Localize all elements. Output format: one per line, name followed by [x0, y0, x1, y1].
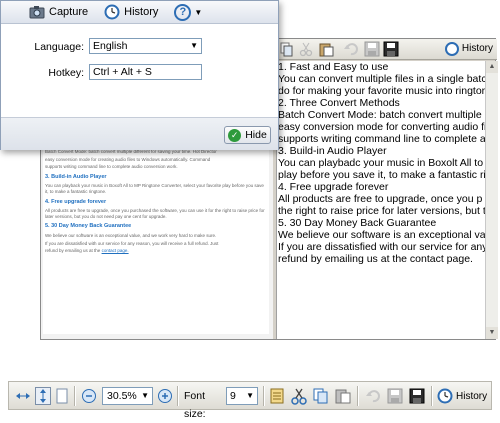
- undo-icon[interactable]: [343, 41, 359, 57]
- text-editor[interactable]: 1. Fast and Easy to use You can convert m…: [276, 61, 498, 339]
- hotkey-label: Hotkey:: [48, 67, 84, 79]
- editor-toolbar: History: [276, 39, 497, 60]
- check-icon: ✓: [228, 128, 242, 142]
- font-size-select[interactable]: 9 ▼: [226, 387, 258, 405]
- editor-text-line: refund by emailing us at the contact pag…: [278, 253, 473, 265]
- separator: [263, 386, 265, 406]
- help-icon: ?: [174, 3, 192, 21]
- chevron-down-icon[interactable]: ▼: [141, 388, 149, 404]
- scroll-up-icon[interactable]: ▲: [486, 61, 498, 73]
- history-label: History: [461, 43, 493, 54]
- preview-paragraph: If you are dissatisfied with our service…: [45, 240, 219, 246]
- help-button[interactable]: ? ▼: [170, 3, 206, 21]
- camera-icon: [29, 5, 45, 19]
- editor-text-line: do for making your favorite music into r…: [278, 85, 486, 97]
- separator: [431, 386, 433, 406]
- clock-icon: [104, 4, 120, 20]
- font-size-value: 9: [230, 390, 236, 402]
- language-select[interactable]: English ▼: [89, 38, 202, 54]
- zoom-value: 30.5%: [107, 390, 137, 402]
- preview-heading: 4. Free upgrade forever: [45, 198, 107, 205]
- history-button[interactable]: History: [100, 3, 162, 21]
- editor-text-line: 1. Fast and Easy to use: [278, 61, 389, 73]
- editor-text-line: supports writing command line to complet…: [278, 133, 486, 145]
- clock-icon: [444, 41, 459, 56]
- editor-text-line: Batch Convert Mode: batch convert multip…: [278, 109, 482, 121]
- history-button[interactable]: History: [437, 387, 489, 405]
- capture-label: Capture: [49, 6, 89, 18]
- history-label: History: [124, 6, 159, 18]
- copy-icon[interactable]: [278, 41, 294, 57]
- hide-button[interactable]: ✓ Hide: [224, 126, 271, 144]
- preview-text: refund by emailing us at the: [45, 248, 101, 254]
- cut-icon[interactable]: [291, 387, 307, 405]
- separator: [74, 386, 76, 406]
- language-value: English: [93, 40, 128, 52]
- dialog-toolbar: Capture History ? ▼: [1, 1, 278, 24]
- copy-icon[interactable]: [313, 387, 329, 405]
- hotkey-field[interactable]: Ctrl + Alt + S: [89, 64, 202, 80]
- editor-text-line: All products are free to upgrade, once y…: [278, 193, 483, 205]
- editor-text-line: 4. Free upgrade forever: [278, 181, 389, 193]
- notes-icon[interactable]: [269, 387, 285, 405]
- scroll-down-icon[interactable]: ▼: [486, 327, 498, 339]
- editor-text-line: 2. Three Convert Methods: [278, 97, 400, 109]
- separator: [177, 386, 179, 406]
- language-label: Language:: [34, 41, 84, 53]
- preview-heading: 5. 30 Day Money Back Guarantee: [45, 223, 132, 230]
- save-icon[interactable]: [364, 41, 380, 57]
- paste-icon[interactable]: [335, 387, 351, 405]
- fit-width-icon[interactable]: [15, 387, 31, 405]
- save-icon[interactable]: [387, 387, 403, 405]
- preview-paragraph: All products are free to upgrade, once y…: [45, 208, 265, 219]
- dialog-footer: ✓ Hide: [1, 117, 278, 150]
- editor-text-line: 5. 30 Day Money Back Guarantee: [278, 217, 437, 229]
- preview-paragraph: refund by emailing us at the contact pag…: [45, 248, 267, 254]
- dropdown-arrow-icon[interactable]: ▼: [194, 8, 202, 17]
- preview-paragraph: We believe our software is an exceptiona…: [45, 232, 217, 238]
- font-size-label: Font size:: [184, 390, 206, 420]
- paste-icon[interactable]: [318, 41, 334, 57]
- editor-text-line: the right to raise price for later versi…: [278, 205, 486, 217]
- vertical-scrollbar[interactable]: ▲ ▼: [485, 61, 498, 339]
- contact-link[interactable]: contact page.: [102, 248, 129, 253]
- zoom-in-icon[interactable]: [157, 387, 173, 405]
- clock-icon: [437, 388, 453, 404]
- editor-text-line: We believe our software is an exceptiona…: [278, 229, 488, 241]
- zoom-select[interactable]: 30.5% ▼: [102, 387, 153, 405]
- editor-text-line: 3. Build-in Audio Player: [278, 145, 387, 157]
- zoom-out-icon[interactable]: [81, 387, 97, 405]
- fit-height-icon[interactable]: [35, 387, 51, 405]
- dialog-body: Language: English ▼ Hotkey: Ctrl + Alt +…: [1, 24, 278, 117]
- editor-text-line: You can playbadc your music in Boxolt Al…: [278, 157, 489, 169]
- separator: [357, 386, 359, 406]
- preview-paragraph: You can playback your music in Boxoft Al…: [45, 183, 264, 194]
- bottom-toolbar: 30.5% ▼ Font size: 9 ▼ History: [8, 381, 492, 420]
- cut-icon[interactable]: [298, 41, 314, 57]
- editor-text-line: easy conversion mode for converting audi…: [278, 121, 487, 133]
- editor-text-line: You can convert multiple files in a sing…: [278, 73, 493, 85]
- hide-label: Hide: [245, 129, 267, 141]
- history-button[interactable]: History: [444, 40, 493, 57]
- save-as-icon[interactable]: [409, 387, 425, 405]
- capture-settings-dialog: Capture History ? ▼ Language: English ▼ …: [0, 0, 279, 150]
- undo-icon[interactable]: [365, 387, 381, 405]
- preview-heading: 3. Build-in Audio Player: [45, 173, 107, 180]
- page-icon[interactable]: [55, 387, 69, 405]
- preview-line: supports writing command line to complet…: [45, 164, 178, 170]
- editor-text-line: play before you save it, to make a fanta…: [278, 169, 486, 181]
- preview-line: easy conversion mode for creating audio …: [45, 156, 211, 162]
- chevron-down-icon[interactable]: ▼: [246, 388, 254, 404]
- chevron-down-icon[interactable]: ▼: [190, 39, 198, 53]
- save-as-icon[interactable]: [383, 41, 399, 57]
- history-label: History: [456, 390, 488, 402]
- page-preview: Batch Convert Mode: batch convert multip…: [43, 149, 269, 334]
- capture-button[interactable]: Capture: [25, 3, 92, 21]
- editor-text-line: If you are dissatisfied with our service…: [278, 241, 488, 253]
